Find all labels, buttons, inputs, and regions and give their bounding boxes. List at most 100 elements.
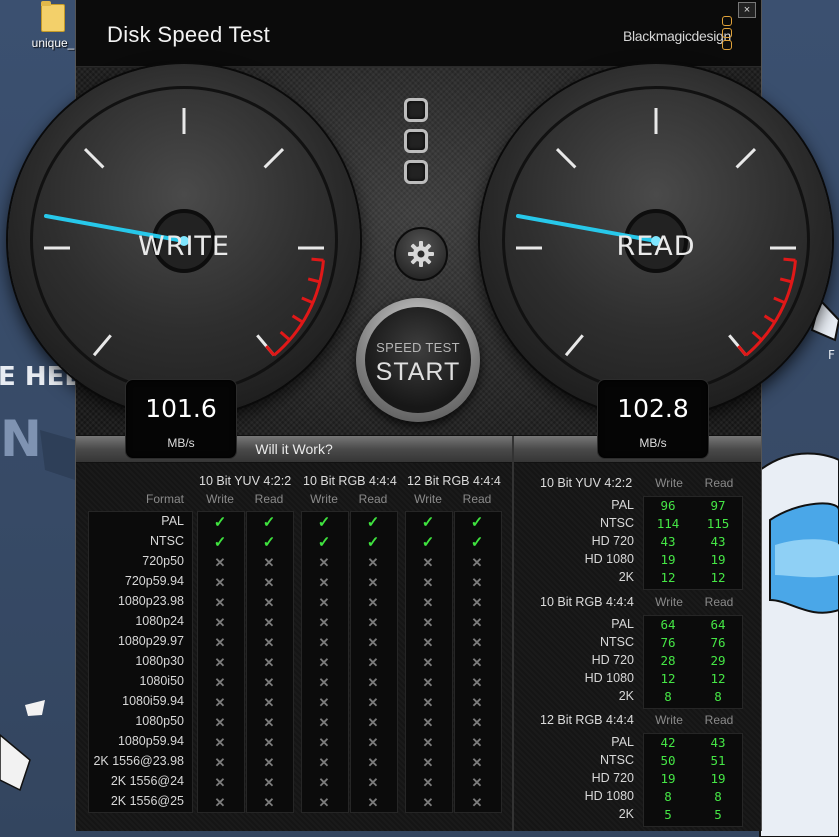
cross-icon: ✕ xyxy=(422,675,434,690)
how-fast-format-label: NTSC xyxy=(599,753,634,767)
cross-icon: ✕ xyxy=(471,755,483,770)
gauge-redzone-arc xyxy=(745,260,797,357)
how-fast-format-label: HD 720 xyxy=(591,771,634,785)
read-fps-value: 5 xyxy=(714,807,722,822)
gauge-redzone-tick xyxy=(763,314,776,324)
write-gauge-label: WRITE xyxy=(138,231,230,262)
cross-icon: ✕ xyxy=(422,755,434,770)
write-fps-value: 42 xyxy=(660,735,676,750)
write-fps-value: 8 xyxy=(664,689,672,704)
cross-icon: ✕ xyxy=(367,655,379,670)
check-icon: ✓ xyxy=(366,534,380,551)
gauge-redzone-tick xyxy=(279,330,291,341)
gauge-redzone-tick xyxy=(773,296,786,305)
cross-icon: ✕ xyxy=(318,615,330,630)
cross-icon: ✕ xyxy=(471,555,483,570)
write-fps-value: 114 xyxy=(656,516,680,531)
write-fps-value: 12 xyxy=(660,570,676,585)
cross-icon: ✕ xyxy=(367,615,379,630)
read-fps-value: 76 xyxy=(710,635,726,650)
title-bar[interactable]: Disk Speed Test Blackmagicdesign xyxy=(76,0,761,67)
how-fast-format-label: 2K xyxy=(618,807,634,821)
write-speed-unit: MB/s xyxy=(167,436,195,450)
gauge-tick xyxy=(735,147,757,169)
check-icon: ✓ xyxy=(366,514,380,531)
close-button[interactable]: × xyxy=(738,2,756,18)
write-fps-value: 50 xyxy=(660,753,676,768)
section-title: 12 Bit RGB 4:4:4 xyxy=(540,713,634,727)
cross-icon: ✕ xyxy=(471,615,483,630)
cross-icon: ✕ xyxy=(422,775,434,790)
cross-icon: ✕ xyxy=(367,795,379,810)
gauge-redzone-tick xyxy=(301,296,314,305)
cross-icon: ✕ xyxy=(367,635,379,650)
gauge-redzone-tick xyxy=(291,314,304,324)
read-fps-value: 97 xyxy=(710,498,726,513)
cross-icon: ✕ xyxy=(263,655,275,670)
cross-icon: ✕ xyxy=(214,775,226,790)
write-fps-value: 5 xyxy=(664,807,672,822)
brand-logo-text: Blackmagicdesign xyxy=(622,28,731,44)
cross-icon: ✕ xyxy=(367,695,379,710)
cross-icon: ✕ xyxy=(263,755,275,770)
format-row-label: 1080p24 xyxy=(135,614,184,628)
gauge-redzone-tick xyxy=(265,345,276,357)
column-subheader: Write xyxy=(655,595,683,609)
column-subheader: Read xyxy=(462,492,492,506)
cross-icon: ✕ xyxy=(471,635,483,650)
read-fps-value: 8 xyxy=(714,689,722,704)
format-row-label: 1080p59.94 xyxy=(117,734,184,748)
blackmagic-logo-icon xyxy=(722,16,732,52)
gauge-tick xyxy=(92,334,112,357)
cross-icon: ✕ xyxy=(471,735,483,750)
cross-icon: ✕ xyxy=(263,675,275,690)
gauge-redzone-tick xyxy=(307,277,321,284)
cross-icon: ✕ xyxy=(214,735,226,750)
write-fps-value: 8 xyxy=(664,789,672,804)
cross-icon: ✕ xyxy=(214,655,226,670)
read-fps-value: 64 xyxy=(710,617,726,632)
gauge-tick xyxy=(263,147,285,169)
cross-icon: ✕ xyxy=(318,735,330,750)
cross-icon: ✕ xyxy=(367,555,379,570)
read-fps-value: 19 xyxy=(710,771,726,786)
cross-icon: ✕ xyxy=(214,715,226,730)
cross-icon: ✕ xyxy=(263,595,275,610)
how-fast-format-label: NTSC xyxy=(599,516,634,530)
read-gauge-label: READ xyxy=(616,231,696,262)
settings-button[interactable] xyxy=(394,227,448,281)
cross-icon: ✕ xyxy=(422,615,434,630)
how-fast-format-label: PAL xyxy=(611,735,634,749)
column-subheader: Read xyxy=(704,595,734,609)
gauge-redzone-arc xyxy=(273,260,325,357)
read-gauge: READ 102.8 MB/s xyxy=(480,64,832,459)
how-fast-format-label: PAL xyxy=(611,498,634,512)
cross-icon: ✕ xyxy=(367,775,379,790)
cross-icon: ✕ xyxy=(422,715,434,730)
gauge-tick xyxy=(555,147,577,169)
write-fps-value: 19 xyxy=(660,552,676,567)
read-fps-value: 29 xyxy=(710,653,726,668)
read-fps-value: 12 xyxy=(710,671,726,686)
cross-icon: ✕ xyxy=(471,775,483,790)
gauge-redzone-tick xyxy=(751,330,763,341)
how-fast-format-label: HD 1080 xyxy=(584,552,634,566)
check-icon: ✓ xyxy=(470,534,484,551)
cross-icon: ✕ xyxy=(214,795,226,810)
check-icon: ✓ xyxy=(421,514,435,531)
speed-test-start-button[interactable]: SPEED TEST START xyxy=(356,298,480,422)
read-fps-value: 51 xyxy=(710,753,726,768)
format-row-label: PAL xyxy=(161,514,184,528)
gear-icon xyxy=(408,241,434,267)
column-subheader: Read xyxy=(704,476,734,490)
read-fps-value: 43 xyxy=(710,735,726,750)
cross-icon: ✕ xyxy=(318,555,330,570)
how-fast-format-label: HD 1080 xyxy=(584,671,634,685)
cross-icon: ✕ xyxy=(471,595,483,610)
column-subheader: Write xyxy=(206,492,234,506)
write-fps-value: 12 xyxy=(660,671,676,686)
cross-icon: ✕ xyxy=(422,735,434,750)
cross-icon: ✕ xyxy=(471,715,483,730)
format-row-label: 1080p23.98 xyxy=(117,594,184,608)
check-icon: ✓ xyxy=(262,534,276,551)
